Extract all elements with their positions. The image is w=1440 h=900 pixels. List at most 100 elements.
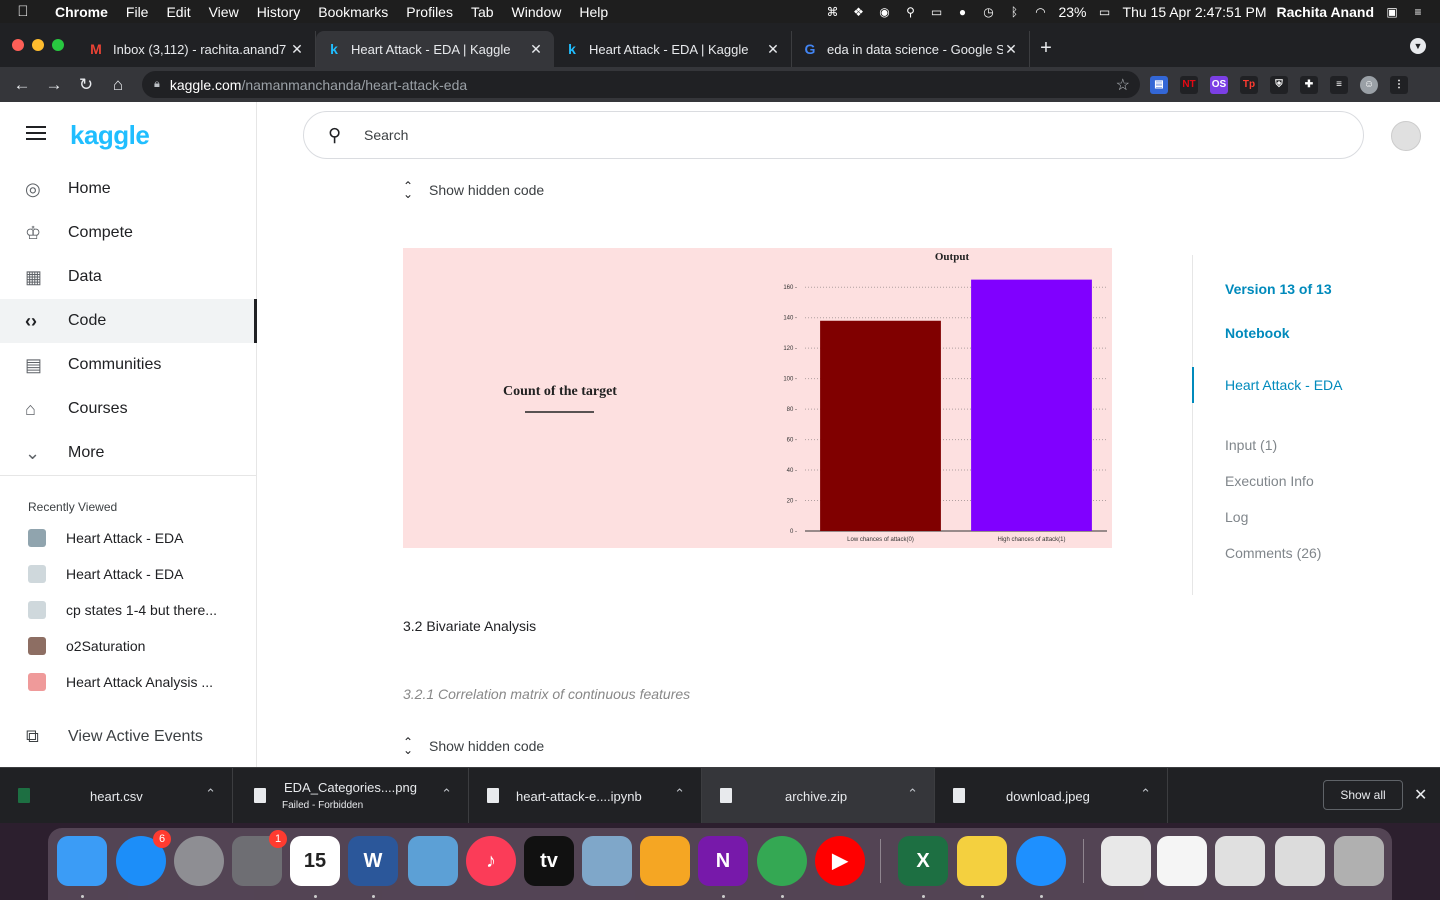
close-tab-icon[interactable]: ✕: [765, 41, 781, 58]
show-all-downloads-button[interactable]: Show all: [1323, 780, 1403, 810]
close-tab-icon[interactable]: ✕: [289, 41, 305, 58]
menubar-clock[interactable]: Thu 15 Apr 2:47:51 PM: [1123, 4, 1267, 20]
menubar-user[interactable]: Rachita Anand: [1277, 4, 1375, 20]
download-item[interactable]: archive.zip ⌃: [702, 768, 935, 824]
hamburger-menu-icon[interactable]: [26, 126, 46, 142]
chrome-icon[interactable]: [757, 836, 807, 886]
control-center-icon[interactable]: ▣: [1384, 5, 1400, 19]
chevron-up-icon[interactable]: ⌃: [907, 786, 918, 802]
download-item[interactable]: EDA_Categories....png Failed - Forbidden…: [236, 768, 469, 824]
word-icon[interactable]: W: [348, 836, 398, 886]
close-icon[interactable]: ✕: [1414, 785, 1427, 805]
reload-icon[interactable]: ↻: [70, 75, 102, 95]
sidebar-item-more[interactable]: ⌄ More: [0, 431, 257, 475]
dropbox-icon[interactable]: ❖: [850, 5, 866, 19]
menu-tab[interactable]: Tab: [462, 4, 503, 20]
close-window-button[interactable]: [12, 39, 24, 51]
notification-center-icon[interactable]: ≡: [1410, 5, 1426, 19]
extension-icon[interactable]: ▤: [1150, 75, 1168, 94]
zoom-window-button[interactable]: [52, 39, 64, 51]
document-preview-icon[interactable]: [1157, 836, 1207, 886]
chevron-up-icon[interactable]: ⌃: [674, 786, 685, 802]
lock-icon[interactable]: 🔒︎: [154, 78, 160, 91]
word-file-icon[interactable]: [1275, 836, 1325, 886]
safari-icon[interactable]: [1016, 836, 1066, 886]
toc-current-section[interactable]: Heart Attack - EDA: [1225, 377, 1342, 393]
forward-arrow-icon[interactable]: →: [38, 75, 70, 95]
battery-icon[interactable]: ▭: [1097, 5, 1113, 19]
profile-avatar-icon[interactable]: ☺: [1360, 75, 1378, 94]
reading-list-icon[interactable]: ≡: [1330, 75, 1348, 94]
download-item[interactable]: heart-attack-e....ipynb ⌃: [469, 768, 702, 824]
menu-edit[interactable]: Edit: [157, 4, 199, 20]
sidebar-item-home[interactable]: ◎ Home: [0, 167, 257, 211]
apple-menu-icon[interactable]: : [0, 3, 46, 20]
menu-window[interactable]: Window: [503, 4, 571, 20]
recent-item[interactable]: Heart Attack - EDA: [28, 556, 183, 592]
tab-kaggle[interactable]: k Heart Attack - EDA | Kaggle ✕: [554, 31, 792, 67]
chevron-up-icon[interactable]: ⌃: [205, 786, 216, 802]
preview-icon[interactable]: [408, 836, 458, 886]
recent-item[interactable]: cp states 1-4 but there...: [28, 592, 217, 628]
sidebar-item-courses[interactable]: ⌂ Courses: [0, 387, 257, 431]
download-item[interactable]: heart.csv ⌃: [0, 768, 233, 824]
close-tab-icon[interactable]: ✕: [1003, 41, 1019, 58]
back-arrow-icon[interactable]: ←: [6, 75, 38, 95]
chevron-up-icon[interactable]: ⌃: [441, 786, 452, 802]
bookmark-star-icon[interactable]: ☆: [1116, 75, 1130, 95]
python-icon[interactable]: [957, 836, 1007, 886]
show-hidden-code-toggle[interactable]: ⌃ ⌄ Show hidden code: [403, 180, 544, 200]
tab-search-icon[interactable]: ▼: [1410, 38, 1426, 54]
wifi-icon[interactable]: ◠: [1032, 5, 1048, 19]
siri-icon[interactable]: ●: [954, 5, 970, 19]
menu-view[interactable]: View: [200, 4, 248, 20]
toc-execution-info[interactable]: Execution Info: [1225, 473, 1314, 489]
toc-version[interactable]: Version 13 of 13: [1225, 281, 1332, 297]
netflix-party-icon[interactable]: NT: [1180, 75, 1198, 94]
menu-bookmarks[interactable]: Bookmarks: [309, 4, 397, 20]
recent-item[interactable]: o2Saturation: [28, 628, 145, 664]
menu-file[interactable]: File: [117, 4, 158, 20]
home-icon[interactable]: ⌂: [102, 75, 134, 95]
close-tab-icon[interactable]: ✕: [528, 41, 544, 58]
chevron-up-icon[interactable]: ⌃: [1140, 786, 1151, 802]
sidebar-item-data[interactable]: ▦ Data: [0, 255, 257, 299]
toc-log[interactable]: Log: [1225, 509, 1248, 525]
show-hidden-code-toggle[interactable]: ⌃ ⌄ Show hidden code: [403, 736, 544, 756]
bluetooth-icon[interactable]: ᛒ: [1006, 5, 1022, 19]
extension-tp-icon[interactable]: Tp: [1240, 75, 1258, 94]
shield-icon[interactable]: ⛨: [1270, 75, 1288, 94]
app-store-icon[interactable]: 6: [116, 830, 171, 886]
calendar-icon[interactable]: 15: [290, 836, 340, 886]
creative-cloud-icon[interactable]: ◉: [876, 5, 892, 19]
image-capture-icon[interactable]: [582, 836, 632, 886]
minimize-window-button[interactable]: [32, 39, 44, 51]
menu-profiles[interactable]: Profiles: [397, 4, 462, 20]
onenote-icon[interactable]: N: [698, 836, 748, 886]
puzzle-extensions-icon[interactable]: ✚: [1300, 75, 1318, 94]
time-machine-icon[interactable]: ◷: [980, 5, 996, 19]
extension-os-icon[interactable]: OS: [1210, 75, 1228, 94]
spotlight-search-icon[interactable]: ⚲: [902, 5, 918, 19]
youtube-music-icon[interactable]: ▶: [815, 836, 865, 886]
toc-comments[interactable]: Comments (26): [1225, 545, 1321, 561]
finder-icon[interactable]: [57, 836, 107, 886]
kaggle-logo[interactable]: kaggle: [70, 120, 150, 151]
keyboard-icon[interactable]: ▭: [928, 5, 944, 19]
download-item[interactable]: download.jpeg ⌃: [935, 768, 1168, 824]
menu-app-name[interactable]: Chrome: [46, 4, 117, 20]
launchpad-icon[interactable]: [174, 836, 224, 886]
new-tab-button[interactable]: +: [1030, 31, 1062, 67]
search-bar[interactable]: ⚲ Search: [303, 111, 1364, 159]
system-preferences-icon[interactable]: 1: [232, 830, 287, 886]
recent-item[interactable]: Heart Attack - EDA: [28, 520, 183, 556]
pages-icon[interactable]: [640, 836, 690, 886]
status-app-icon[interactable]: ⌘: [824, 5, 840, 19]
menu-help[interactable]: Help: [570, 4, 617, 20]
chrome-menu-icon[interactable]: ⋮: [1390, 75, 1408, 94]
csv-file-icon[interactable]: [1101, 836, 1151, 886]
toc-input[interactable]: Input (1): [1225, 437, 1277, 453]
sidebar-item-code[interactable]: ‹› Code: [0, 299, 257, 343]
sidebar-item-compete[interactable]: ♔ Compete: [0, 211, 257, 255]
tab-gmail[interactable]: M Inbox (3,112) - rachita.anand7 ✕: [78, 31, 316, 67]
